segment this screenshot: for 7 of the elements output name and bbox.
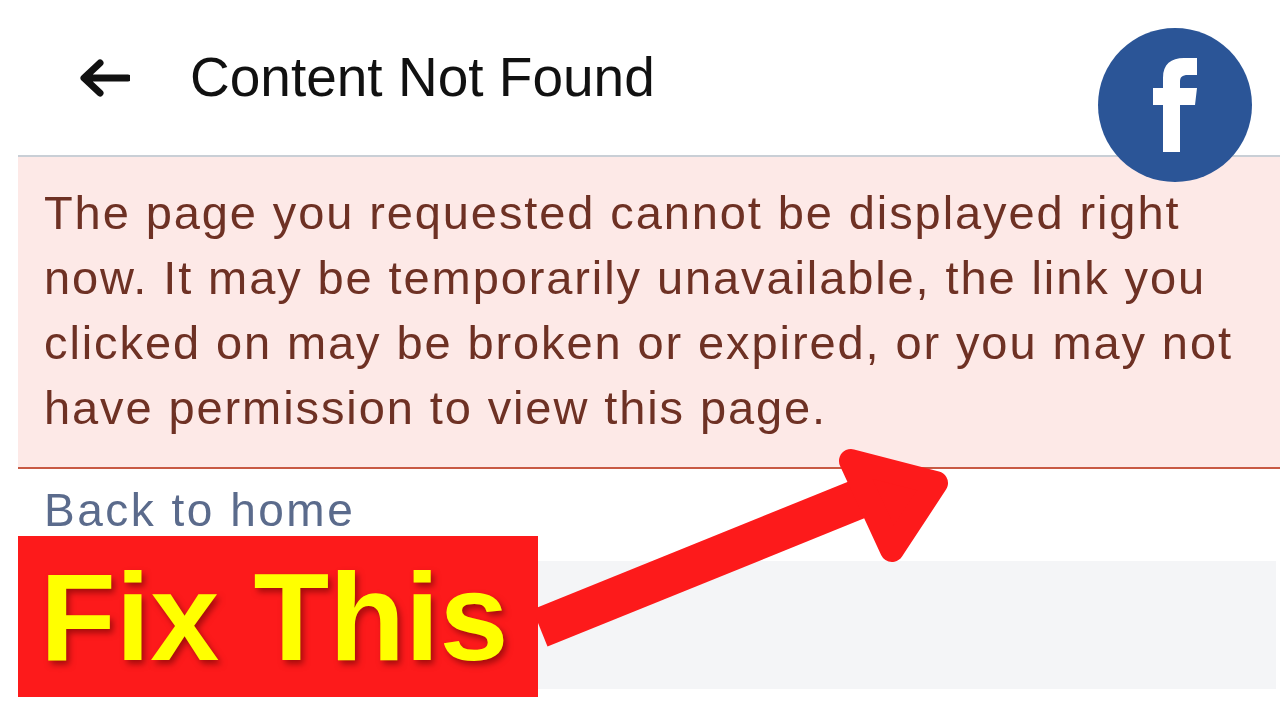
back-arrow-icon — [78, 57, 130, 98]
back-to-home-link[interactable]: Back to home — [44, 487, 356, 533]
page-title: Content Not Found — [190, 50, 655, 105]
back-button[interactable] — [78, 57, 130, 98]
error-message: The page you requested cannot be displayed right now. It may be temporarily unavailable, the link you clicked on may be broken or expired, or you may not have permission to view this page. — [44, 185, 1234, 436]
callout-banner: Fix This — [18, 536, 538, 697]
logo-icon — [1098, 28, 1252, 182]
